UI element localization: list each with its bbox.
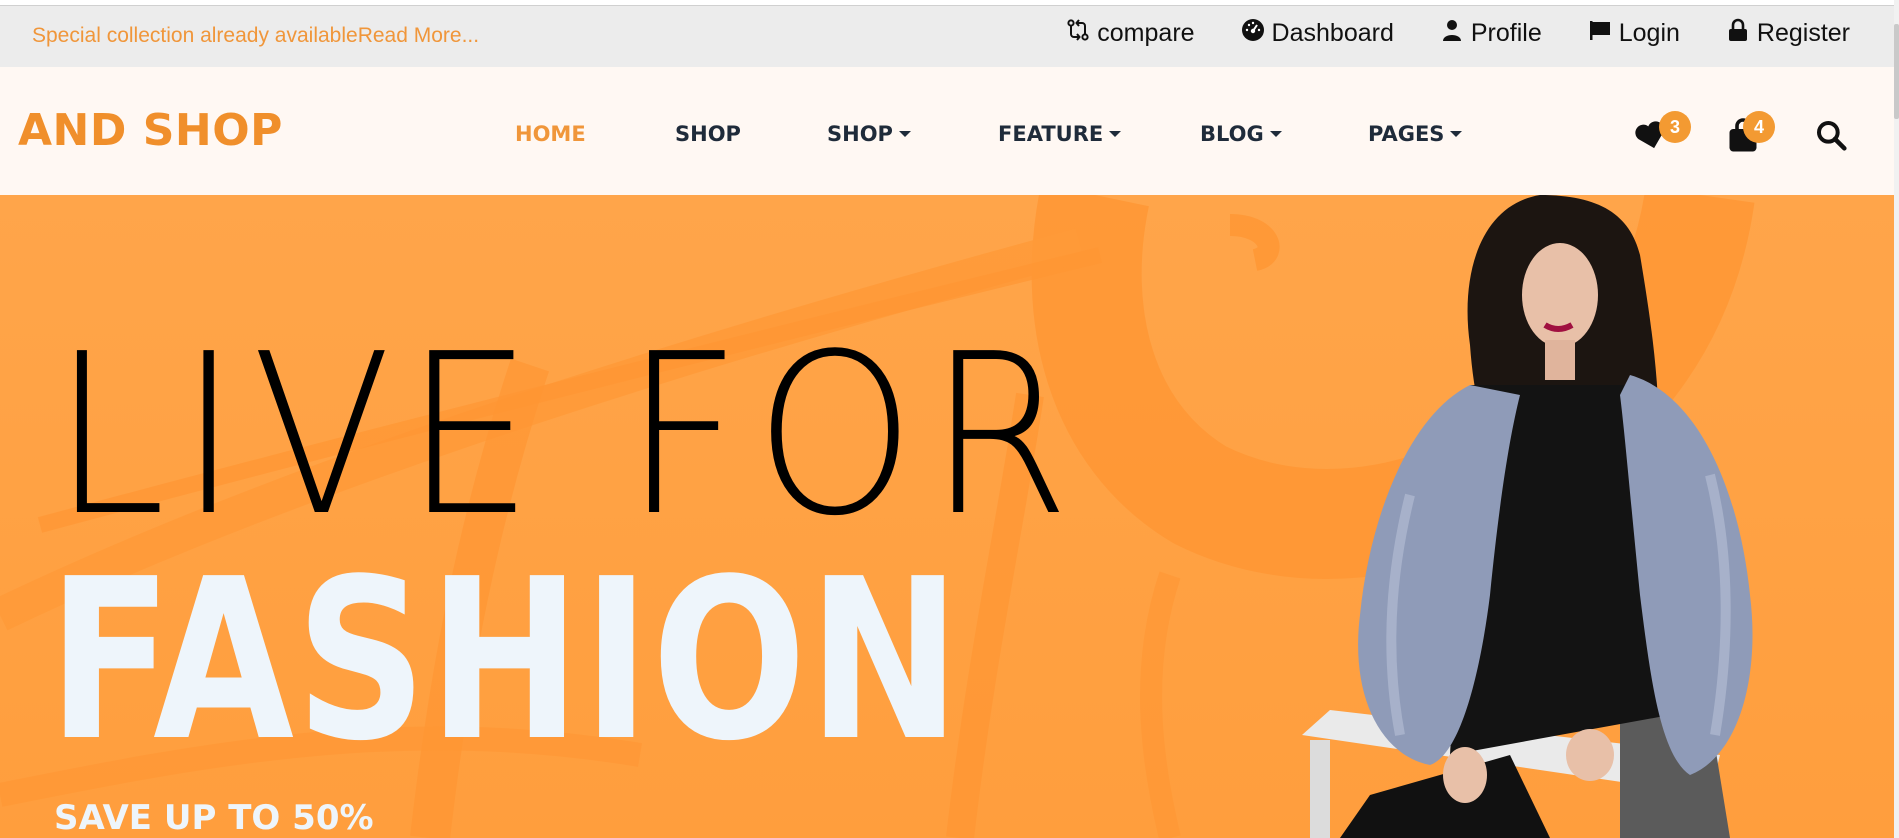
profile-label: Profile [1470, 19, 1542, 47]
compare-icon [1066, 18, 1090, 49]
main-nav: AND SHOP HOME SHOP SHOP FEATURE BLOG PAG… [0, 67, 1894, 195]
nav-feature[interactable]: FEATURE [998, 122, 1200, 146]
nav-blog[interactable]: BLOG [1200, 122, 1368, 146]
hero-title-line1: LIVE FOR [52, 307, 1083, 565]
search-button[interactable] [1815, 119, 1847, 155]
fashion-model-image [1302, 195, 1753, 838]
dashboard-label: Dashboard [1271, 19, 1394, 47]
read-more-link[interactable]: Read More... [358, 24, 479, 47]
nav-feature-label: FEATURE [998, 122, 1104, 146]
hero-subtitle: SAVE UP TO 50% [54, 798, 374, 838]
lock-icon [1726, 18, 1750, 49]
chevron-down-icon [1269, 131, 1282, 137]
page: Special collection already availableRead… [0, 0, 1899, 838]
promo-text: Special collection already available [32, 24, 358, 47]
dashboard-link[interactable]: Dashboard [1241, 18, 1394, 49]
nav-blog-label: BLOG [1200, 122, 1264, 146]
top-bar: Special collection already availableRead… [0, 5, 1894, 67]
compare-label: compare [1097, 19, 1195, 47]
nav-home[interactable]: HOME [515, 122, 675, 146]
register-label: Register [1756, 19, 1850, 47]
cart-count-badge: 4 [1743, 111, 1775, 143]
chevron-down-icon [898, 131, 911, 137]
search-icon [1815, 121, 1847, 155]
login-link[interactable]: Login [1588, 18, 1680, 49]
nav-shop-label: SHOP [675, 122, 741, 146]
promo-banner: Special collection already availableRead… [32, 24, 479, 48]
wishlist-button[interactable]: 3 [1633, 111, 1691, 157]
chevron-down-icon [1450, 131, 1463, 137]
dashboard-gauge-icon [1241, 18, 1265, 49]
nav-pages-label: PAGES [1368, 122, 1445, 146]
main-menu: HOME SHOP SHOP FEATURE BLOG PAGES [515, 122, 1463, 146]
site-logo[interactable]: AND SHOP [18, 105, 283, 156]
compare-link[interactable]: compare [1066, 18, 1195, 49]
profile-link[interactable]: Profile [1440, 18, 1542, 49]
nav-shop[interactable]: SHOP [675, 122, 827, 146]
chevron-down-icon [1109, 131, 1122, 137]
cart-button[interactable]: 4 [1725, 111, 1775, 157]
login-flag-icon [1588, 18, 1612, 49]
top-links: compare Dashboard Profile Login Register [1066, 18, 1850, 49]
nav-pages[interactable]: PAGES [1368, 122, 1463, 146]
hero-title-line2: FASHION [48, 532, 963, 790]
nav-actions: 3 4 [1633, 111, 1853, 161]
heart-icon [1633, 121, 1669, 157]
nav-home-label: HOME [515, 122, 586, 146]
nav-shop-dropdown-label: SHOP [827, 122, 893, 146]
wishlist-count-badge: 3 [1659, 111, 1691, 143]
hero-banner: LIVE FOR FASHION SAVE UP TO 50% [0, 195, 1894, 838]
login-label: Login [1618, 19, 1680, 47]
scrollbar-thumb[interactable] [1894, 24, 1899, 119]
nav-shop-dropdown[interactable]: SHOP [827, 122, 998, 146]
page-scrollbar[interactable] [1894, 0, 1899, 838]
user-icon [1440, 18, 1464, 49]
register-link[interactable]: Register [1726, 18, 1850, 49]
